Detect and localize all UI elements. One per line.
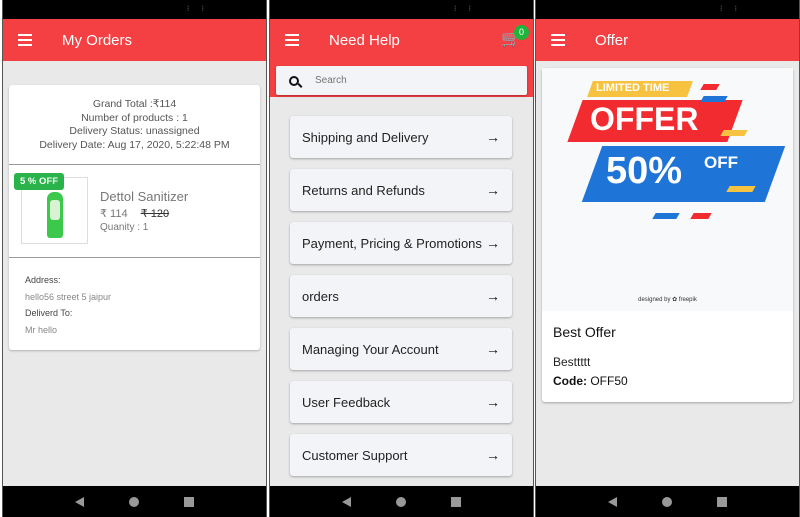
offer-code-row: Code: OFF50 [542,369,793,402]
help-item-shipping[interactable]: Shipping and Delivery → [290,116,512,158]
home-icon[interactable] [128,496,139,507]
product-row[interactable]: 5 % OFF Dettol Sanitizer ₹ 114 ₹ 120 Qua… [9,165,260,258]
recents-icon[interactable] [183,496,194,507]
offer-title: Best Offer [553,324,616,340]
system-nav-bar [270,486,533,517]
help-item-label: Returns and Refunds [302,182,425,198]
address-value: hello56 street 5 jaipur [25,291,112,302]
banner-stripe [690,213,712,219]
help-topic-list: Shipping and Delivery → Returns and Refun… [270,97,533,476]
help-item-orders[interactable]: orders → [290,275,512,317]
number-of-products: Number of products : 1 [81,111,188,124]
app-bar: Need Help 🛒 0 [270,19,533,61]
help-item-account[interactable]: Managing Your Account → [290,328,512,370]
status-icons: ⁝⁝ [719,4,749,13]
back-icon[interactable] [342,496,352,507]
orders-screen: ⁝⁝ My Orders Grand Total :₹114 Number of… [2,0,267,517]
help-item-label: Customer Support [302,447,408,463]
help-item-label: User Feedback [302,394,391,410]
recents-icon[interactable] [716,496,727,507]
delivered-to-value: Mr hello [25,324,58,335]
help-item-label: Managing Your Account [302,341,439,357]
status-bar: ⁝⁝ [270,0,533,19]
delivered-to-label: Deliverd To: [25,308,73,318]
banner-stripe [652,213,680,219]
help-item-support[interactable]: Customer Support → [290,434,512,476]
arrow-right-icon: → [486,341,500,357]
offer-card[interactable]: LIMITED TIME OFFER 50% OFF designed by ✿… [542,68,793,402]
banner-stripe [726,186,756,192]
menu-icon[interactable] [18,31,32,49]
product-price: ₹ 114 [100,208,128,220]
offer-code-value[interactable]: OFF50 [590,374,627,388]
product-price-row: ₹ 114 ₹ 120 [100,207,188,220]
arrow-right-icon: → [486,288,500,304]
back-icon[interactable] [608,496,618,507]
banner-credit: designed by ✿ freepik [638,297,697,303]
search-icon [289,75,299,86]
banner-limited-time: LIMITED TIME [596,82,670,94]
back-icon[interactable] [75,496,85,507]
status-bar: ⁝⁝ [536,0,799,19]
help-item-feedback[interactable]: User Feedback → [290,381,512,423]
home-icon[interactable] [661,496,672,507]
discount-badge: 5 % OFF [14,173,65,190]
offer-code-label: Code: [553,374,587,388]
arrow-right-icon: → [486,447,500,463]
arrow-right-icon: → [486,235,500,251]
menu-icon[interactable] [551,31,565,49]
status-icons: ⁝⁝ [186,4,216,13]
address-label: Address: [25,275,61,285]
arrow-right-icon: → [486,394,500,410]
banner-stripe [720,130,748,136]
delivery-status: Delivery Status: unassigned [69,125,200,137]
page-title: Need Help [329,31,400,49]
banner-stripe [700,84,720,90]
product-quantity: Quanity : 1 [100,222,149,233]
status-bar: ⁝⁝ [3,0,266,19]
status-icons: ⁝⁝ [453,4,483,13]
arrow-right-icon: → [486,182,500,198]
help-item-label: Payment, Pricing & Promotions [302,235,482,251]
help-item-payment[interactable]: Payment, Pricing & Promotions → [290,222,512,264]
help-screen: ⁝⁝ Need Help 🛒 0 Shipping and Delivery → … [269,0,534,517]
help-item-label: orders [302,288,339,304]
help-item-label: Shipping and Delivery [302,129,429,145]
home-icon[interactable] [395,496,406,507]
offer-banner-image: LIMITED TIME OFFER 50% OFF designed by ✿… [542,68,793,311]
product-old-price: ₹ 120 [140,208,170,220]
system-nav-bar [3,486,266,517]
recents-icon[interactable] [450,496,461,507]
address-section: Address: hello56 street 5 jaipur Deliver… [9,258,260,350]
delivery-date: Delivery Date: Aug 17, 2020, 5:22:48 PM [39,138,230,151]
product-info: Dettol Sanitizer ₹ 114 ₹ 120 Quanity : 1 [100,189,188,245]
banner-off-text: OFF [704,153,738,172]
banner-stripe [700,96,728,102]
app-bar: Offer [536,19,799,61]
app-bar: My Orders [3,19,266,61]
arrow-right-icon: → [486,129,500,145]
menu-icon[interactable] [285,31,299,49]
help-item-returns[interactable]: Returns and Refunds → [290,169,512,211]
grand-total: Grand Total :₹114 [92,98,177,110]
offer-description: Besttttt [553,355,591,369]
order-summary: Grand Total :₹114 Number of products : 1… [9,85,260,165]
product-image: 5 % OFF [14,173,88,244]
cart-count-badge: 0 [514,25,529,40]
banner-offer-text: OFFER [590,101,699,137]
search-input[interactable] [315,75,495,86]
offer-screen: ⁝⁝ Offer LIMITED TIME OFFER 50% OFF desi… [535,0,800,517]
search-bar[interactable] [276,66,527,95]
order-card[interactable]: Grand Total :₹114 Number of products : 1… [9,85,260,350]
page-title: My Orders [62,31,133,49]
page-title: Offer [595,31,629,49]
search-bar-container [270,60,533,97]
product-name: Dettol Sanitizer [100,189,189,204]
sanitizer-bottle-icon [46,191,63,238]
banner-percent-text: 50% [606,150,683,192]
system-nav-bar [536,486,799,517]
